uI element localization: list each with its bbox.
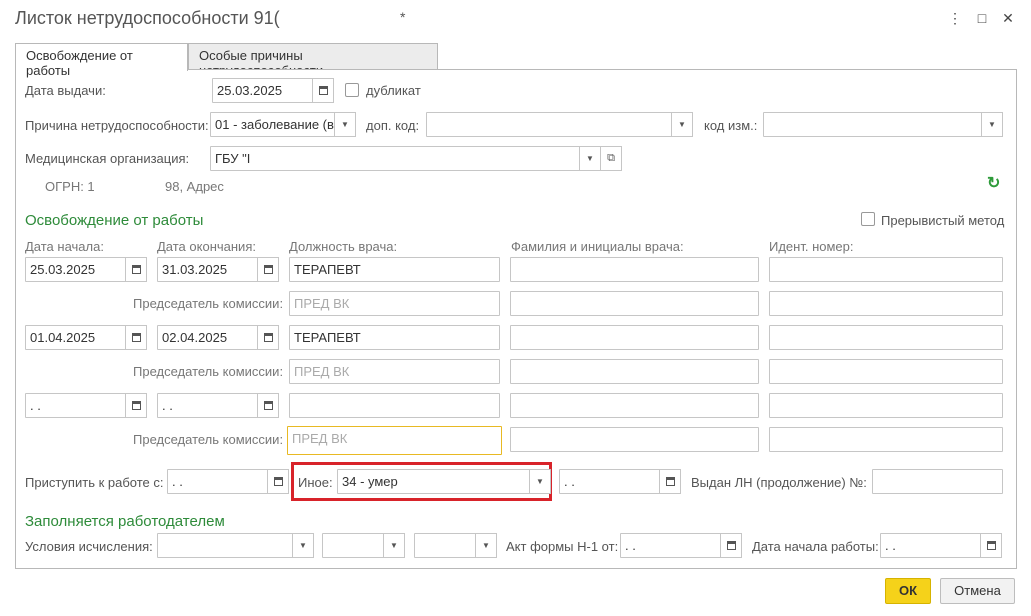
ok-button[interactable]: ОК	[885, 578, 931, 604]
act-date[interactable]: . .	[620, 533, 721, 558]
modified-marker: *	[400, 9, 406, 25]
dop-code-dropdown-icon[interactable]: ▼	[671, 112, 693, 137]
chairman-input-3[interactable]: ПРЕД ВК	[287, 426, 502, 455]
tab-special-reasons[interactable]: Особые причины нетрудоспособности	[188, 43, 438, 78]
work-start-label: Дата начала работы:	[752, 539, 879, 554]
chairman-input-2[interactable]: ПРЕД ВК	[289, 359, 500, 384]
release-start-date-2[interactable]: 01.04.2025	[25, 325, 126, 350]
calendar-icon[interactable]	[257, 257, 279, 282]
cancel-button[interactable]: Отмена	[940, 578, 1015, 604]
other-select[interactable]: 34 - умер	[337, 469, 530, 494]
calendar-icon[interactable]	[980, 533, 1002, 558]
continued-label: Выдан ЛН (продолжение) №:	[691, 475, 867, 490]
calendar-icon[interactable]	[125, 257, 147, 282]
conditions-select-2[interactable]	[322, 533, 384, 558]
chairman-name-3[interactable]	[510, 427, 759, 452]
calendar-icon[interactable]	[267, 469, 289, 494]
dop-code-label: доп. код:	[366, 118, 420, 133]
ogrn-address: 98, Адрес	[165, 179, 224, 194]
release-end-date-2[interactable]: 02.04.2025	[157, 325, 258, 350]
calendar-icon[interactable]	[125, 393, 147, 418]
intermittent-label: Прерывистый метод	[881, 213, 1005, 228]
employer-section-title: Заполняется работодателем	[25, 513, 225, 530]
doctor-name-1[interactable]	[510, 257, 759, 282]
duplicate-label: дубликат	[366, 83, 421, 98]
chairman-name-1[interactable]	[510, 291, 759, 316]
dop-code-select[interactable]	[426, 112, 672, 137]
reason-dropdown-icon[interactable]: ▼	[334, 112, 356, 137]
more-menu-icon[interactable]: ⋮	[945, 8, 965, 28]
maximize-icon[interactable]: □	[972, 8, 992, 28]
chairman-id-2[interactable]	[769, 359, 1003, 384]
calendar-icon[interactable]	[257, 393, 279, 418]
conditions-dropdown-icon[interactable]: ▼	[475, 533, 497, 558]
conditions-label: Условия исчисления:	[25, 539, 153, 554]
other-dropdown-icon[interactable]: ▼	[529, 469, 551, 494]
doctor-position-3[interactable]	[289, 393, 500, 418]
return-work-label: Приступить к работе с:	[25, 475, 164, 490]
release-end-date-1[interactable]: 31.03.2025	[157, 257, 258, 282]
doctor-name-3[interactable]	[510, 393, 759, 418]
med-org-select[interactable]: ГБУ "І	[210, 146, 580, 171]
chairman-label-1: Председатель комиссии:	[133, 296, 284, 311]
window-title: Листок нетрудоспособности 91(	[15, 8, 280, 28]
col-doctor-name: Фамилия и инициалы врача:	[511, 239, 684, 254]
release-start-date-1[interactable]: 25.03.2025	[25, 257, 126, 282]
release-section-title: Освобождение от работы	[25, 212, 204, 229]
chairman-input-1[interactable]: ПРЕД ВК	[289, 291, 500, 316]
refresh-icon[interactable]: ↻	[987, 176, 1001, 192]
tab-release[interactable]: Освобождение от работы	[15, 43, 188, 78]
return-work-date[interactable]: . .	[167, 469, 268, 494]
izm-code-label: код изм.:	[704, 118, 758, 133]
issue-date-input[interactable]: 25.03.2025	[212, 78, 313, 103]
release-end-date-3[interactable]: . .	[157, 393, 258, 418]
doctor-name-2[interactable]	[510, 325, 759, 350]
conditions-select-3[interactable]	[414, 533, 476, 558]
col-ident-number: Идент. номер:	[769, 239, 854, 254]
chairman-name-2[interactable]	[510, 359, 759, 384]
doctor-id-3[interactable]	[769, 393, 1003, 418]
col-end-date: Дата окончания:	[157, 239, 256, 254]
reason-label: Причина нетрудоспособности:	[25, 118, 209, 133]
calendar-icon[interactable]	[125, 325, 147, 350]
release-start-date-3[interactable]: . .	[25, 393, 126, 418]
ogrn-label: ОГРН: 1	[45, 179, 95, 194]
izm-code-select[interactable]	[763, 112, 982, 137]
med-org-label: Медицинская организация:	[25, 151, 190, 166]
act-label: Акт формы Н-1 от:	[506, 539, 619, 554]
intermittent-checkbox[interactable]	[861, 212, 875, 226]
chairman-id-1[interactable]	[769, 291, 1003, 316]
other-date[interactable]: . .	[559, 469, 660, 494]
conditions-dropdown-icon[interactable]: ▼	[292, 533, 314, 558]
issue-date-calendar-icon[interactable]	[312, 78, 334, 103]
doctor-id-1[interactable]	[769, 257, 1003, 282]
calendar-icon[interactable]	[659, 469, 681, 494]
izm-code-dropdown-icon[interactable]: ▼	[981, 112, 1003, 137]
chairman-id-3[interactable]	[769, 427, 1003, 452]
doctor-position-1[interactable]: ТЕРАПЕВТ	[289, 257, 500, 282]
calendar-icon[interactable]	[720, 533, 742, 558]
doctor-id-2[interactable]	[769, 325, 1003, 350]
reason-select[interactable]: 01 - заболевание (в	[210, 112, 335, 137]
col-start-date: Дата начала:	[25, 239, 104, 254]
calendar-icon[interactable]	[257, 325, 279, 350]
close-icon[interactable]: ✕	[998, 8, 1018, 28]
continued-number[interactable]	[872, 469, 1003, 494]
med-org-dropdown-icon[interactable]: ▼	[579, 146, 601, 171]
other-label: Иное:	[298, 475, 333, 490]
duplicate-checkbox[interactable]	[345, 83, 359, 97]
conditions-select-1[interactable]	[157, 533, 293, 558]
doctor-position-2[interactable]: ТЕРАПЕВТ	[289, 325, 500, 350]
issue-date-label: Дата выдачи:	[25, 83, 106, 98]
chairman-label-3: Председатель комиссии:	[133, 432, 284, 447]
conditions-dropdown-icon[interactable]: ▼	[383, 533, 405, 558]
work-start-date[interactable]: . .	[880, 533, 981, 558]
chairman-label-2: Председатель комиссии:	[133, 364, 284, 379]
med-org-open-icon[interactable]: ⧉	[600, 146, 622, 171]
col-doctor-position: Должность врача:	[289, 239, 398, 254]
